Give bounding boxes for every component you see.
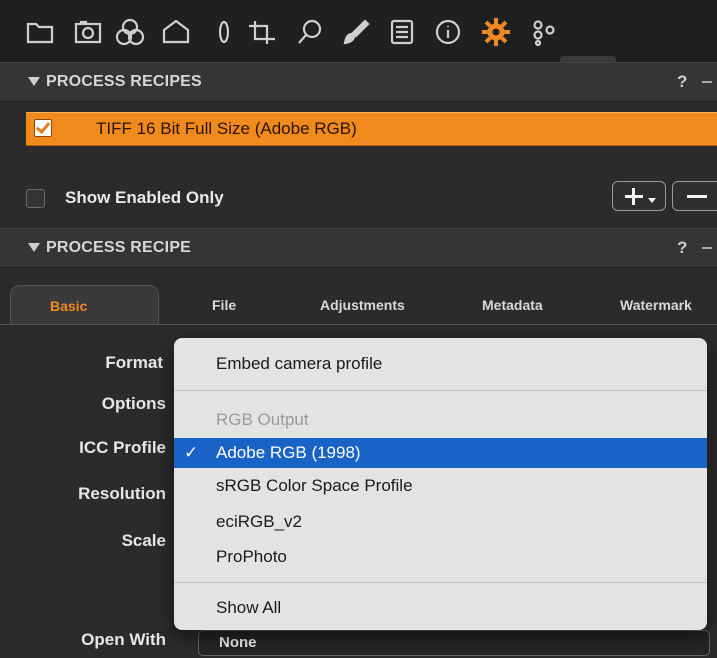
open-with-label: Open With <box>81 630 166 649</box>
gear-icon[interactable] <box>478 16 514 48</box>
show-enabled-checkbox[interactable] <box>26 188 45 208</box>
icc-profile-label: ICC Profile <box>79 438 166 457</box>
folder-icon[interactable] <box>22 16 58 48</box>
section-title: PROCESS RECIPE <box>46 239 192 256</box>
menu-item-ecirgb[interactable]: eciRGB_v2 <box>174 512 707 536</box>
lens-icon[interactable] <box>206 16 242 48</box>
menu-item-adobe-rgb[interactable]: ✓ Adobe RGB (1998) <box>174 438 707 468</box>
tab-basic[interactable]: Basic <box>10 285 159 326</box>
color-circles-icon[interactable] <box>112 16 148 48</box>
remove-recipe-button[interactable] <box>672 181 717 211</box>
tab-adjustments[interactable]: Adjustments <box>320 297 405 313</box>
show-enabled-only[interactable]: Show Enabled Only <box>26 188 224 208</box>
open-with-select[interactable]: None <box>198 630 710 656</box>
recipe-row-tiff[interactable]: TIFF 16 Bit Full Size (Adobe RGB) <box>26 112 717 146</box>
help-icon[interactable]: ? <box>677 238 687 258</box>
menu-separator <box>174 582 707 583</box>
collapse-triangle-icon[interactable] <box>28 243 40 252</box>
menu-group-header: RGB Output <box>216 410 309 429</box>
list-icon[interactable] <box>384 16 420 48</box>
checkmark-icon: ✓ <box>184 443 199 462</box>
scale-label: Scale <box>121 531 166 550</box>
help-icon[interactable]: ? <box>677 72 687 92</box>
crop-icon[interactable] <box>244 16 280 48</box>
section-menu-icon[interactable] <box>702 81 712 83</box>
collapse-triangle-icon[interactable] <box>28 77 40 86</box>
format-label: Format <box>105 353 163 372</box>
icc-profile-menu: Embed camera profile RGB Output ✓ Adobe … <box>174 338 707 630</box>
section-menu-icon[interactable] <box>702 247 712 249</box>
section-title: PROCESS RECIPES <box>46 73 202 90</box>
add-recipe-button[interactable] <box>612 181 666 211</box>
camera-icon[interactable] <box>70 16 106 48</box>
minus-icon <box>687 195 707 198</box>
recipe-name: TIFF 16 Bit Full Size (Adobe RGB) <box>96 119 357 138</box>
menu-item-embed-camera-profile[interactable]: Embed camera profile <box>174 354 707 378</box>
tool-tabs-bar <box>0 0 717 63</box>
open-with-value: None <box>219 634 257 651</box>
process-recipes-header[interactable]: PROCESS RECIPES ? <box>0 62 717 102</box>
exposure-icon[interactable] <box>158 16 194 48</box>
process-recipe-header[interactable]: PROCESS RECIPE ? <box>0 228 717 268</box>
recipe-enabled-checkbox[interactable] <box>34 119 52 137</box>
batch-icon[interactable] <box>526 16 562 48</box>
info-icon[interactable] <box>430 16 466 48</box>
brush-icon[interactable] <box>338 16 374 48</box>
show-enabled-label: Show Enabled Only <box>65 188 224 207</box>
recipe-tabs: Basic File Adjustments Metadata Watermar… <box>0 285 717 326</box>
tab-file[interactable]: File <box>212 297 236 313</box>
menu-item-prophoto[interactable]: ProPhoto <box>174 547 707 571</box>
search-icon[interactable] <box>292 16 328 48</box>
menu-item-show-all[interactable]: Show All <box>174 598 707 622</box>
chevron-down-icon <box>648 198 656 203</box>
resolution-label: Resolution <box>78 484 166 503</box>
tab-metadata[interactable]: Metadata <box>482 297 543 313</box>
menu-separator <box>174 390 707 391</box>
options-label: Options <box>101 394 166 413</box>
menu-item-srgb[interactable]: sRGB Color Space Profile <box>174 476 707 500</box>
tab-watermark[interactable]: Watermark <box>620 297 692 313</box>
